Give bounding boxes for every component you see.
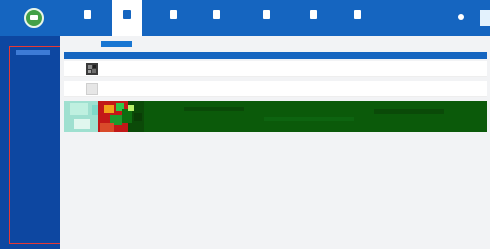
nav-tab-2[interactable]	[112, 0, 142, 36]
nav-tab-7[interactable]	[342, 0, 372, 36]
table-row[interactable]	[64, 61, 487, 77]
nav-tab-3[interactable]	[158, 0, 188, 36]
sidebar-item[interactable]	[16, 139, 50, 144]
sidebar-item[interactable]	[16, 183, 50, 188]
sidebar-item[interactable]	[16, 62, 50, 67]
monitor-icon	[84, 10, 91, 19]
nav-tab-6[interactable]	[298, 0, 328, 36]
sidebar-item[interactable]	[16, 106, 50, 111]
image-preview-strip	[64, 101, 487, 132]
row-thumbnail	[86, 63, 98, 75]
sidebar-item[interactable]	[16, 194, 50, 199]
bell-icon[interactable]	[458, 14, 464, 20]
table-row[interactable]	[64, 81, 487, 97]
document-icon	[170, 10, 177, 19]
sidebar-item[interactable]	[16, 117, 50, 122]
person-icon	[123, 10, 131, 19]
app-logo-icon[interactable]	[24, 8, 44, 28]
table-header	[64, 52, 487, 59]
window-corner	[480, 10, 490, 26]
sidebar-item[interactable]	[16, 128, 50, 133]
sidebar-item[interactable]	[16, 150, 50, 155]
chart-icon	[263, 10, 270, 19]
settings-icon	[354, 10, 361, 19]
sidebar-item[interactable]	[16, 205, 50, 210]
add-button[interactable]	[101, 41, 132, 47]
nav-tab-1[interactable]	[72, 0, 102, 36]
sidebar-item[interactable]	[16, 161, 50, 166]
sidebar-item[interactable]	[16, 216, 50, 221]
sidebar-item[interactable]	[16, 95, 50, 100]
sidebar-item[interactable]	[16, 73, 50, 78]
nav-tab-4[interactable]	[201, 0, 231, 36]
sidebar-item[interactable]	[16, 172, 50, 177]
sidebar-item[interactable]	[16, 84, 50, 89]
nav-tab-5[interactable]	[251, 0, 281, 36]
clipboard-icon	[213, 10, 220, 19]
sidebar-item[interactable]	[16, 50, 50, 55]
phone-icon	[310, 10, 317, 19]
row-thumbnail	[86, 83, 98, 95]
